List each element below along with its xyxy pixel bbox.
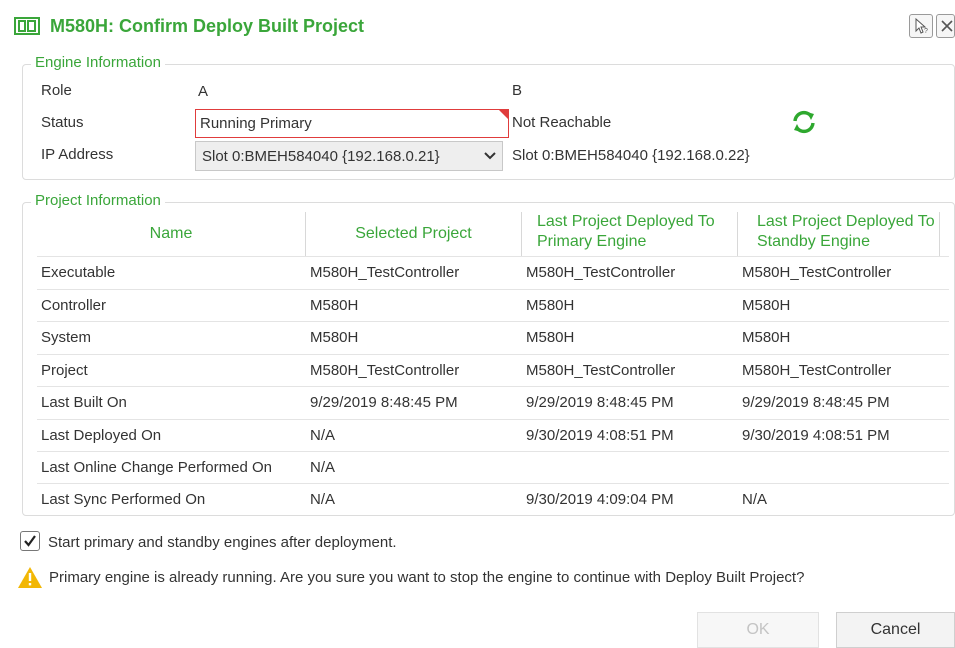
pointer-help-icon: ?: [915, 18, 928, 34]
cell-standby: M580H_TestController: [742, 362, 892, 379]
column-divider: [521, 212, 522, 256]
table-row[interactable]: Last Deployed On N/A 9/30/2019 4:08:51 P…: [37, 419, 949, 451]
status-a-field[interactable]: Running Primary: [195, 109, 509, 138]
cell-selected: 9/29/2019 8:48:45 PM: [310, 394, 458, 411]
table-row[interactable]: Project M580H_TestController M580H_TestC…: [37, 354, 949, 386]
checkmark-icon: [24, 535, 36, 547]
confirm-deploy-dialog: M580H: Confirm Deploy Built Project ? En…: [0, 0, 955, 648]
cell-selected: N/A: [310, 491, 336, 508]
cell-name: Last Sync Performed On: [41, 491, 206, 508]
start-engines-label[interactable]: Start primary and standby engines after …: [48, 534, 397, 551]
table-row[interactable]: Last Sync Performed On N/A 9/30/2019 4:0…: [37, 483, 949, 515]
title-bar: M580H: Confirm Deploy Built Project ?: [0, 0, 955, 52]
cell-name: Project: [41, 362, 88, 379]
table-row[interactable]: Executable M580H_TestController M580H_Te…: [37, 256, 949, 288]
cell-selected: M580H_TestController: [310, 362, 460, 379]
cell-selected: M580H: [310, 297, 359, 314]
table-row[interactable]: Last Built On 9/29/2019 8:48:45 PM 9/29/…: [37, 386, 949, 418]
warning-icon: [18, 567, 42, 588]
cell-standby: 9/29/2019 8:48:45 PM: [742, 394, 890, 411]
cell-standby: N/A: [742, 491, 768, 508]
cell-name: Last Online Change Performed On: [41, 459, 272, 476]
cell-name: Last Built On: [41, 394, 127, 411]
cell-standby: M580H: [742, 297, 791, 314]
cancel-button[interactable]: Cancel: [836, 612, 955, 648]
cell-name: Last Deployed On: [41, 427, 162, 444]
status-label: Status: [41, 114, 84, 131]
cell-selected: M580H: [310, 329, 359, 346]
role-a-value: A: [198, 83, 209, 100]
cell-name: System: [41, 329, 92, 346]
warning-message: Primary engine is already running. Are y…: [49, 569, 805, 586]
cell-standby: M580H: [742, 329, 791, 346]
cell-selected: N/A: [310, 427, 336, 444]
role-b-value: B: [512, 82, 523, 99]
start-engines-checkbox[interactable]: [20, 531, 40, 551]
cell-primary: M580H: [526, 297, 575, 314]
pointer-help-button[interactable]: ?: [909, 14, 933, 38]
column-header-last-deployed-primary[interactable]: Last Project Deployed To Primary Engine: [537, 212, 737, 262]
column-header-last-deployed-standby[interactable]: Last Project Deployed To Standby Engine: [757, 212, 937, 262]
refresh-button[interactable]: [790, 108, 818, 136]
table-row[interactable]: Last Online Change Performed On N/A: [37, 451, 949, 483]
table-row[interactable]: System M580H M580H M580H: [37, 321, 949, 353]
ip-address-label: IP Address: [41, 146, 114, 163]
cell-name: Executable: [41, 264, 116, 281]
close-button[interactable]: [936, 14, 955, 38]
cell-primary: 9/30/2019 4:08:51 PM: [526, 427, 674, 444]
status-a-value: Running Primary: [200, 115, 312, 132]
ok-button[interactable]: OK: [697, 612, 819, 648]
cell-standby: M580H_TestController: [742, 264, 892, 281]
cell-selected: M580H_TestController: [310, 264, 460, 281]
cell-primary: M580H_TestController: [526, 264, 676, 281]
table-row[interactable]: Controller M580H M580H M580H: [37, 289, 949, 321]
cell-name: Controller: [41, 297, 107, 314]
ip-address-b-value: Slot 0:BMEH584040 {192.168.0.22}: [512, 147, 750, 164]
role-label: Role: [41, 82, 72, 99]
close-icon: [941, 20, 953, 32]
engine-information-legend: Engine Information: [31, 54, 165, 71]
svg-text:?: ?: [924, 28, 928, 34]
refresh-icon: [793, 110, 815, 134]
cell-primary: 9/30/2019 4:09:04 PM: [526, 491, 674, 508]
cell-primary: 9/29/2019 8:48:45 PM: [526, 394, 674, 411]
ip-address-a-value: Slot 0:BMEH584040 {192.168.0.21}: [202, 148, 440, 165]
cell-primary: M580H: [526, 329, 575, 346]
cell-primary: M580H_TestController: [526, 362, 676, 379]
column-divider: [737, 212, 738, 256]
project-information-legend: Project Information: [31, 192, 165, 209]
column-divider: [939, 212, 940, 256]
ip-address-a-select[interactable]: Slot 0:BMEH584040 {192.168.0.21}: [195, 141, 503, 171]
status-b-value: Not Reachable: [512, 114, 612, 131]
cell-selected: N/A: [310, 459, 336, 476]
cell-standby: 9/30/2019 4:08:51 PM: [742, 427, 890, 444]
dialog-title: M580H: Confirm Deploy Built Project: [50, 16, 365, 36]
controller-icon: [14, 17, 40, 35]
chevron-down-icon: [484, 152, 496, 160]
